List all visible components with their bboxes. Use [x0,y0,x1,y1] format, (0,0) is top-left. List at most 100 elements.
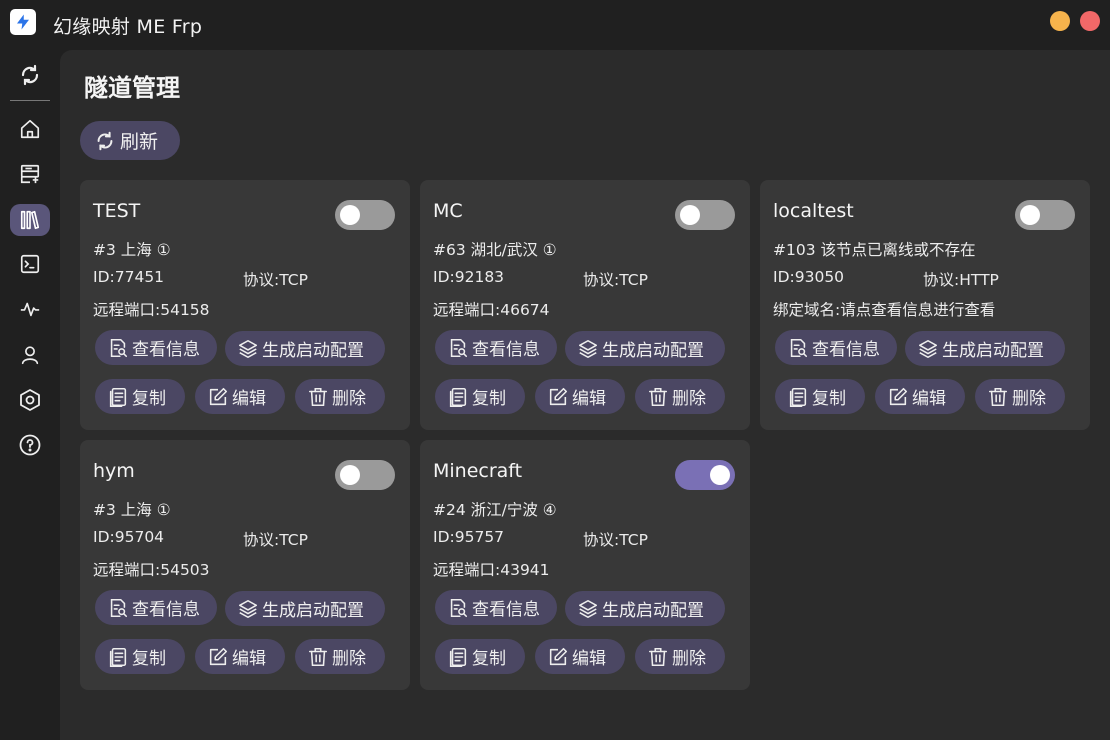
delete-button[interactable]: 删除 [295,639,385,674]
home-icon [20,119,40,139]
sidebar-item-refresh[interactable] [10,59,50,91]
sidebar-item-terminal[interactable] [10,248,50,280]
generate-config-button[interactable]: 生成启动配置 [565,591,725,626]
tunnel-id: ID:77451 [93,268,165,286]
copy-icon [107,386,129,408]
tunnel-protocol: 协议:TCP [243,271,308,289]
tunnel-card: localtest #103 该节点已离线或不存在 ID:93050 协议:HTTP 绑… [760,180,1090,430]
tunnel-toggle[interactable] [335,460,395,490]
tunnel-protocol: 协议:TCP [583,271,648,289]
sidebar-item-user[interactable] [10,339,50,371]
tunnel-node: #103 该节点已离线或不存在 [773,241,976,259]
main-panel: 隧道管理 刷新 TEST #3 上海 ① ID:77451 协议:TCP 远程端口:54… [60,50,1110,740]
info-icon [447,337,469,359]
tunnel-toggle[interactable] [675,460,735,490]
edit-icon [207,386,229,408]
sidebar-item-home[interactable] [10,113,50,145]
tunnel-extra: 远程端口:54503 [93,561,210,579]
copy-label: 复制 [132,389,166,409]
edit-button[interactable]: 编辑 [195,639,285,674]
activity-icon [20,302,40,317]
copy-icon [787,386,809,408]
edit-button[interactable]: 编辑 [875,379,965,414]
edit-label: 编辑 [232,649,266,669]
tunnel-name: MC [433,200,463,222]
edit-label: 编辑 [572,389,606,409]
tunnel-node: #3 上海 ① [93,241,171,259]
view-info-button[interactable]: 查看信息 [435,590,557,625]
edit-button[interactable]: 编辑 [535,639,625,674]
tunnel-card: hym #3 上海 ① ID:95704 协议:TCP 远程端口:54503 查看信息 生成… [80,440,410,690]
copy-button[interactable]: 复制 [95,639,185,674]
copy-button[interactable]: 复制 [775,379,865,414]
info-label: 查看信息 [812,340,880,360]
delete-label: 删除 [332,389,366,409]
layers-icon [237,598,259,620]
delete-button[interactable]: 删除 [635,379,725,414]
generate-config-button[interactable]: 生成启动配置 [565,331,725,366]
sidebar-item-add-tunnel[interactable] [10,158,50,190]
trash-icon [647,646,669,668]
tunnel-name: Minecraft [433,460,523,482]
sidebar-item-help[interactable] [10,429,50,461]
tunnel-node: #24 浙江/宁波 ④ [433,501,557,519]
edit-icon [887,386,909,408]
edit-icon [207,646,229,668]
edit-label: 编辑 [572,649,606,669]
tunnel-toggle[interactable] [1015,200,1075,230]
trash-icon [647,386,669,408]
generate-config-button[interactable]: 生成启动配置 [225,591,385,626]
edit-icon [547,646,569,668]
trash-icon [307,646,329,668]
sidebar-item-settings[interactable] [10,384,50,416]
toggle-knob [1020,205,1040,225]
generate-config-button[interactable]: 生成启动配置 [905,331,1065,366]
config-label: 生成启动配置 [942,341,1044,361]
copy-button[interactable]: 复制 [435,639,525,674]
sidebar-item-activity[interactable] [10,293,50,325]
copy-label: 复制 [472,389,506,409]
tunnel-toggle[interactable] [675,200,735,230]
toggle-knob [340,205,360,225]
copy-button[interactable]: 复制 [95,379,185,414]
view-info-button[interactable]: 查看信息 [95,590,217,625]
trash-icon [987,386,1009,408]
close-button[interactable] [1080,11,1100,31]
tunnel-id: ID:93050 [773,268,845,286]
edit-button[interactable]: 编辑 [195,379,285,414]
tunnel-name: localtest [773,200,854,222]
info-label: 查看信息 [132,340,200,360]
toggle-knob [680,205,700,225]
layers-icon [237,338,259,360]
delete-button[interactable]: 删除 [635,639,725,674]
config-label: 生成启动配置 [262,341,364,361]
view-info-button[interactable]: 查看信息 [95,330,217,365]
tunnel-id: ID:95757 [433,528,505,546]
tunnel-card: TEST #3 上海 ① ID:77451 协议:TCP 远程端口:54158 查看信息 生… [80,180,410,430]
edit-button[interactable]: 编辑 [535,379,625,414]
add-tunnel-icon [20,164,40,184]
info-icon [447,597,469,619]
tunnel-extra: 远程端口:43941 [433,561,550,579]
delete-button[interactable]: 删除 [975,379,1065,414]
layers-icon [577,598,599,620]
info-label: 查看信息 [132,600,200,620]
tunnel-toggle[interactable] [335,200,395,230]
config-label: 生成启动配置 [262,601,364,621]
delete-label: 删除 [1012,389,1046,409]
info-icon [787,337,809,359]
terminal-icon [20,254,40,274]
refresh-icon [97,131,113,150]
copy-button[interactable]: 复制 [435,379,525,414]
minimize-button[interactable] [1050,11,1070,31]
layers-icon [577,338,599,360]
generate-config-button[interactable]: 生成启动配置 [225,331,385,366]
tunnel-protocol: 协议:TCP [243,531,308,549]
refresh-button[interactable]: 刷新 [80,121,180,160]
sidebar-item-tunnels[interactable] [10,204,50,236]
view-info-button[interactable]: 查看信息 [775,330,897,365]
delete-button[interactable]: 删除 [295,379,385,414]
view-info-button[interactable]: 查看信息 [435,330,557,365]
trash-icon [307,386,329,408]
tunnel-card: Minecraft #24 浙江/宁波 ④ ID:95757 协议:TCP 远程端口:4… [420,440,750,690]
